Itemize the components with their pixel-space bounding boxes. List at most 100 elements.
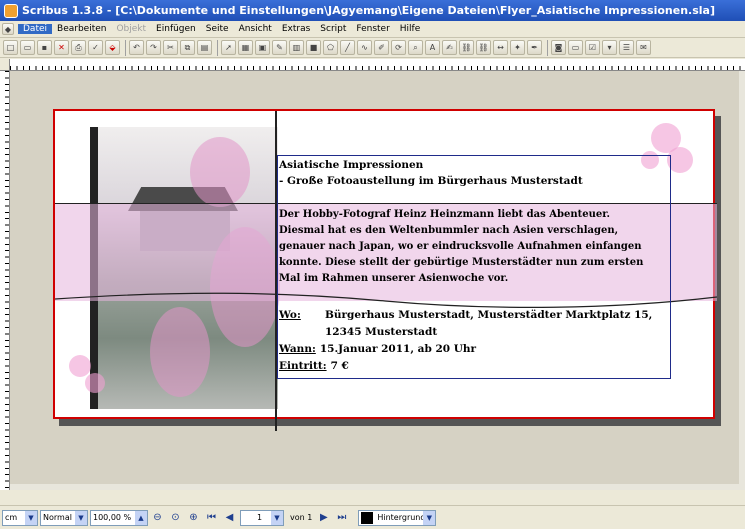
shape-icon[interactable]: ■	[306, 40, 321, 55]
system-menu-icon[interactable]: ◆	[2, 23, 14, 35]
page-of-label: von 1	[290, 513, 313, 522]
link-frames-icon[interactable]: ⛓	[459, 40, 474, 55]
blossom-branch	[190, 137, 250, 207]
title-bar: Scribus 1.3.8 - [C:\Dokumente und Einste…	[0, 0, 745, 21]
chevron-down-icon: ▼	[271, 510, 283, 525]
window-title: Scribus 1.3.8 - [C:\Dokumente und Einste…	[22, 4, 715, 17]
page-number-select[interactable]: 1 ▼	[240, 509, 284, 526]
layer-value: Hintergrund	[377, 513, 426, 522]
main-toolbar: □ ▭ ▪ ✕ ⎙ ✓ ⬙ ↶ ↷ ✂ ⧉ ▤ ➚ ▦ ▣ ✎ ▥ ■ ⬠ ╱ …	[0, 38, 745, 58]
vertical-ruler[interactable]	[0, 71, 10, 490]
flyer-heading[interactable]: Asiatische Impressionen - Große Fotoaust…	[279, 157, 583, 189]
chevron-down-icon: ▼	[25, 510, 37, 525]
rotate-icon[interactable]: ⟳	[391, 40, 406, 55]
body-line: genauer nach Japan, wo er eindrucksvolle…	[279, 241, 642, 252]
body-line: konnte. Diese stellt der gebürtige Muste…	[279, 257, 644, 268]
flower-decoration	[85, 373, 105, 393]
line-icon[interactable]: ╱	[340, 40, 355, 55]
close-document-icon[interactable]: ✕	[54, 40, 69, 55]
document-canvas[interactable]: Asiatische Impressionen - Große Fotoaust…	[10, 71, 745, 490]
pdf-export-icon[interactable]: ⬙	[105, 40, 120, 55]
body-line: Mal im Rahmen unserer Asienwoche vor.	[279, 273, 509, 284]
select-tool-icon[interactable]: ➚	[221, 40, 236, 55]
copy-properties-icon[interactable]: ✦	[510, 40, 525, 55]
entry-row: Eintritt: 7 €	[279, 358, 669, 375]
render-frame-icon[interactable]: ✎	[272, 40, 287, 55]
redo-icon[interactable]: ↷	[146, 40, 161, 55]
zoom-out-icon[interactable]: ⊖	[150, 510, 165, 525]
where-value-line-2: 12345 Musterstadt	[325, 326, 438, 338]
toolbar-separator	[547, 39, 548, 56]
heading-line-1: Asiatische Impressionen	[279, 159, 424, 171]
image-frame-icon[interactable]: ▣	[255, 40, 270, 55]
toolbar-separator	[217, 39, 218, 56]
story-editor-icon[interactable]: ✍	[442, 40, 457, 55]
preflight-icon[interactable]: ✓	[88, 40, 103, 55]
chevron-down-icon: ▼	[423, 510, 436, 525]
new-document-icon[interactable]: □	[3, 40, 18, 55]
horizontal-scrollbar[interactable]	[10, 484, 745, 490]
view-mode-select[interactable]: Normal ▼	[40, 509, 88, 526]
undo-icon[interactable]: ↶	[129, 40, 144, 55]
pdf-textfield-icon[interactable]: ▭	[568, 40, 583, 55]
first-page-icon[interactable]: ⏮	[204, 510, 219, 525]
copy-icon[interactable]: ⧉	[180, 40, 195, 55]
open-folder-icon[interactable]: ▭	[20, 40, 35, 55]
vertical-scrollbar[interactable]	[739, 71, 745, 490]
last-page-icon[interactable]: ⏭	[334, 510, 349, 525]
blossom-branch	[150, 307, 210, 397]
menu-ansicht[interactable]: Ansicht	[234, 24, 277, 34]
pdf-annotation-icon[interactable]: ✉	[636, 40, 651, 55]
body-line: Diesmal hat es den Weltenbummler nach As…	[279, 225, 619, 236]
flyer-info[interactable]: Wo: Bürgerhaus Musterstadt, Musterstädte…	[279, 307, 669, 375]
menu-datei[interactable]: Datei	[18, 24, 53, 34]
menu-seite[interactable]: Seite	[201, 24, 234, 34]
freehand-icon[interactable]: ✐	[374, 40, 389, 55]
eyedropper-icon[interactable]: ✒	[527, 40, 542, 55]
bezier-icon[interactable]: ∿	[357, 40, 372, 55]
view-mode-value: Normal	[43, 513, 72, 522]
edit-text-icon[interactable]: A	[425, 40, 440, 55]
where-row: Wo: Bürgerhaus Musterstadt, Musterstädte…	[279, 307, 669, 324]
menu-fenster[interactable]: Fenster	[351, 24, 394, 34]
print-icon[interactable]: ⎙	[71, 40, 86, 55]
menu-objekt[interactable]: Objekt	[111, 24, 151, 34]
zoom-tool-icon[interactable]: ⌕	[408, 40, 423, 55]
pdf-listbox-icon[interactable]: ☰	[619, 40, 634, 55]
measure-icon[interactable]: ↔	[493, 40, 508, 55]
zoom-input[interactable]: 100,00 % ▲	[90, 509, 148, 526]
entry-label: Eintritt:	[279, 360, 327, 372]
zoom-in-icon[interactable]: ⊕	[186, 510, 201, 525]
when-row: Wann: 15.Januar 2011, ab 20 Uhr	[279, 341, 669, 358]
ruler-corner	[0, 59, 10, 71]
layer-select[interactable]: Hintergrund ▼	[358, 509, 437, 526]
unit-value: cm	[5, 513, 18, 522]
save-icon[interactable]: ▪	[37, 40, 52, 55]
next-page-icon[interactable]: ▶	[316, 510, 331, 525]
pdf-checkbox-icon[interactable]: ☑	[585, 40, 600, 55]
menu-bar: ◆ Datei Bearbeiten Objekt Einfügen Seite…	[0, 21, 745, 38]
polygon-icon[interactable]: ⬠	[323, 40, 338, 55]
zoom-value: 100,00 %	[93, 513, 132, 522]
flyer-body[interactable]: Der Hobby-Fotograf Heinz Heinzmann liebt…	[279, 207, 669, 287]
paste-icon[interactable]: ▤	[197, 40, 212, 55]
menu-script[interactable]: Script	[315, 24, 351, 34]
menu-hilfe[interactable]: Hilfe	[395, 24, 425, 34]
table-icon[interactable]: ▥	[289, 40, 304, 55]
body-line: Der Hobby-Fotograf Heinz Heinzmann liebt…	[279, 209, 611, 220]
unit-select[interactable]: cm ▼	[2, 509, 38, 526]
horizontal-ruler[interactable]	[10, 59, 745, 71]
menu-einfuegen[interactable]: Einfügen	[151, 24, 201, 34]
menu-bearbeiten[interactable]: Bearbeiten	[52, 24, 111, 34]
menu-extras[interactable]: Extras	[277, 24, 315, 34]
zoom-100-icon[interactable]: ⊙	[168, 510, 183, 525]
unlink-frames-icon[interactable]: ⛓	[476, 40, 491, 55]
previous-page-icon[interactable]: ◀	[222, 510, 237, 525]
entry-value: 7 €	[330, 360, 349, 372]
document-page[interactable]: Asiatische Impressionen - Große Fotoaust…	[53, 109, 717, 431]
text-frame-icon[interactable]: ▦	[238, 40, 253, 55]
when-label: Wann:	[279, 343, 316, 355]
pdf-button-icon[interactable]: ◙	[551, 40, 566, 55]
pdf-combobox-icon[interactable]: ▾	[602, 40, 617, 55]
cut-icon[interactable]: ✂	[163, 40, 178, 55]
